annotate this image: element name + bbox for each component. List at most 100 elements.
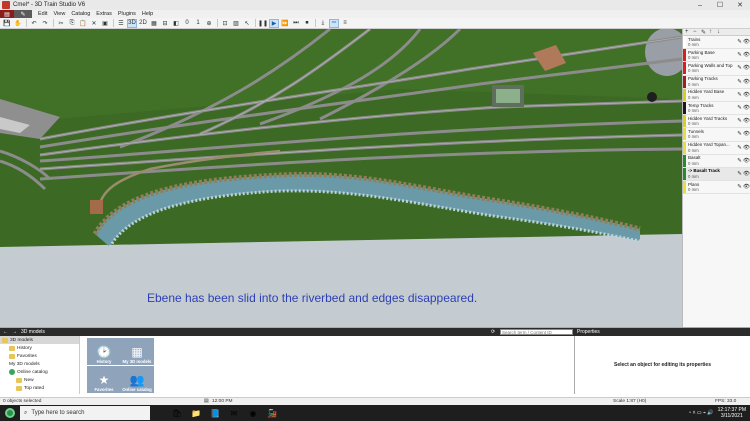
add-layer-icon[interactable]: + xyxy=(685,29,693,35)
forward-icon[interactable]: → xyxy=(12,329,17,335)
back-icon[interactable]: ← xyxy=(3,329,8,335)
download-icon[interactable]: ⤓ xyxy=(318,19,328,28)
layer-row[interactable]: Hidden Yard Base 0 mm ✎ 👁 xyxy=(683,88,750,102)
word-icon[interactable]: 📘 xyxy=(208,407,222,419)
tree-node[interactable]: My 3D models xyxy=(0,360,79,368)
menu-view[interactable]: View xyxy=(50,11,68,17)
cursor-icon[interactable]: ↖ xyxy=(242,19,252,28)
edit-layer-icon[interactable]: ✎ xyxy=(701,29,709,36)
pencil-icon[interactable]: ✎ xyxy=(736,184,743,190)
frame-icon[interactable]: ⊡ xyxy=(220,19,230,28)
eye-icon[interactable]: 👁 xyxy=(743,105,750,111)
pencil-icon[interactable]: ✎ xyxy=(736,79,743,85)
file-explorer-icon[interactable]: 📁 xyxy=(189,407,203,419)
taskbar-search[interactable]: ⌕ Type here to search xyxy=(20,406,150,420)
remove-layer-icon[interactable]: − xyxy=(693,29,701,35)
layer-row[interactable]: Tunnels 0 mm ✎ 👁 xyxy=(683,128,750,142)
menu-catalog[interactable]: Catalog xyxy=(68,11,93,17)
cut-icon[interactable]: ✂ xyxy=(56,19,66,28)
tree-node[interactable]: New xyxy=(0,376,79,384)
eye-icon[interactable]: 👁 xyxy=(743,131,750,137)
maximize-button[interactable]: ☐ xyxy=(710,0,730,10)
catalog-tile[interactable]: ▦ My 3D models xyxy=(120,338,154,365)
pencil-icon[interactable]: ✎ xyxy=(736,158,743,164)
eye-icon[interactable]: 👁 xyxy=(743,79,750,85)
copy-icon[interactable]: ⎘ xyxy=(67,19,77,28)
start-button[interactable] xyxy=(0,405,20,421)
pause-icon[interactable]: ❚❚ xyxy=(258,19,268,28)
store-icon[interactable]: 🛍 xyxy=(170,407,184,419)
refresh-icon[interactable]: ⟳ xyxy=(491,329,495,335)
split-icon[interactable]: ⊟ xyxy=(160,19,170,28)
pencil-icon[interactable]: ✎ xyxy=(736,118,743,124)
layer-row[interactable]: -> Basalt Track 0 mm ✎ 👁 xyxy=(683,167,750,182)
paste-icon[interactable]: 📋 xyxy=(78,19,88,28)
eye-icon[interactable]: 👁 xyxy=(743,92,750,98)
eye-icon[interactable]: 👁 xyxy=(743,65,750,71)
stop-icon[interactable]: ⏹ xyxy=(302,19,312,28)
menu-help[interactable]: Help xyxy=(139,11,156,17)
lines-icon[interactable]: ≡ xyxy=(340,19,350,28)
track-mode-icon[interactable]: ═ xyxy=(329,18,339,28)
eye-icon[interactable]: 👁 xyxy=(743,118,750,124)
eye-icon[interactable]: 👁 xyxy=(743,171,750,177)
pencil-icon[interactable]: ✎ xyxy=(736,52,743,58)
pencil-icon[interactable]: ✎ xyxy=(736,39,743,45)
pencil-icon[interactable]: ✎ xyxy=(736,65,743,71)
train-studio-icon[interactable]: 🚂 xyxy=(265,407,279,419)
taskbar-clock[interactable]: 12:17:37 PM 3/11/2021 xyxy=(718,407,746,419)
pencil-icon[interactable]: ✎ xyxy=(736,171,743,177)
menu-plugins[interactable]: Plugins xyxy=(115,11,139,17)
file-menu-tab[interactable]: ▤ xyxy=(0,10,14,18)
image-icon[interactable]: ▨ xyxy=(231,19,241,28)
tree-node[interactable]: History xyxy=(0,344,79,352)
eye-icon[interactable]: 👁 xyxy=(743,158,750,164)
eye-icon[interactable]: 👁 xyxy=(743,184,750,190)
catalog-tile[interactable]: 🕑 History xyxy=(87,338,121,365)
menu-edit[interactable]: Edit xyxy=(35,11,50,17)
pencil-icon[interactable]: ✎ xyxy=(736,105,743,111)
view-2d-button[interactable]: 2D xyxy=(138,19,148,28)
layer-row[interactable]: Trains 0 mm ✎ 👁 xyxy=(683,36,750,50)
tray-icons[interactable]: ◔ ˄ ▭ ⌁ 🔊 xyxy=(688,410,713,416)
grid-icon[interactable]: ▦ xyxy=(149,19,159,28)
tree-node[interactable]: Online catalog xyxy=(0,368,79,376)
group-icon[interactable]: ▣ xyxy=(100,19,110,28)
eye-icon[interactable]: 👁 xyxy=(743,52,750,58)
layer-row[interactable]: Parking Walls and Top 0 mm ✎ 👁 xyxy=(683,62,750,76)
hand-icon[interactable]: ✋ xyxy=(13,19,23,28)
play-icon[interactable]: ▶ xyxy=(269,18,279,28)
redo-icon[interactable]: ↷ xyxy=(40,19,50,28)
undo-icon[interactable]: ↶ xyxy=(29,19,39,28)
layer-row[interactable]: Temp Tracks 0 mm ✎ 👁 xyxy=(683,102,750,116)
layer-row[interactable]: Basalt 0 mm ✎ 👁 xyxy=(683,154,750,168)
catalog-search-input[interactable] xyxy=(500,329,573,335)
eye-icon[interactable]: 👁 xyxy=(743,39,750,45)
tree-node[interactable]: Favorites xyxy=(0,352,79,360)
fast-forward-icon[interactable]: ⏩ xyxy=(280,19,290,28)
layer-row[interactable]: Plans 0 mm ✎ 👁 xyxy=(683,181,750,195)
mail-icon[interactable]: ✉ xyxy=(227,407,241,419)
pencil-icon[interactable]: ✎ xyxy=(736,131,743,137)
edit-mode-tab[interactable]: ✎ xyxy=(14,10,32,18)
pencil-icon[interactable]: ✎ xyxy=(736,145,743,151)
plus-icon[interactable]: ⊕ xyxy=(204,19,214,28)
3d-viewport[interactable]: Ebene has been slid into the riverbed an… xyxy=(0,29,682,327)
page-value[interactable]: 1 xyxy=(193,19,203,28)
save-icon[interactable]: 💾 xyxy=(2,19,12,28)
tree-node[interactable]: 3D models xyxy=(0,336,79,344)
pencil-icon[interactable]: ✎ xyxy=(736,92,743,98)
minimize-button[interactable]: – xyxy=(690,0,710,10)
delete-icon[interactable]: ✕ xyxy=(89,19,99,28)
view-3d-button[interactable]: 3D xyxy=(127,18,137,28)
faster-icon[interactable]: ⏭ xyxy=(291,19,301,28)
layer-row[interactable]: Hidden Yard Tracks 0 mm ✎ 👁 xyxy=(683,115,750,129)
layer-row[interactable]: Hidden Yard Topan... 0 mm ✎ 👁 xyxy=(683,141,750,155)
layout-icon[interactable]: ☰ xyxy=(116,19,126,28)
eye-icon[interactable]: 👁 xyxy=(743,145,750,151)
menu-extras[interactable]: Extras xyxy=(93,11,115,17)
camera-icon[interactable]: ◧ xyxy=(171,19,181,28)
catalog-tile[interactable]: ★ Favorites xyxy=(87,366,121,393)
catalog-tile[interactable]: 👥 Online catalog xyxy=(120,366,154,393)
close-button[interactable]: ✕ xyxy=(730,0,750,10)
